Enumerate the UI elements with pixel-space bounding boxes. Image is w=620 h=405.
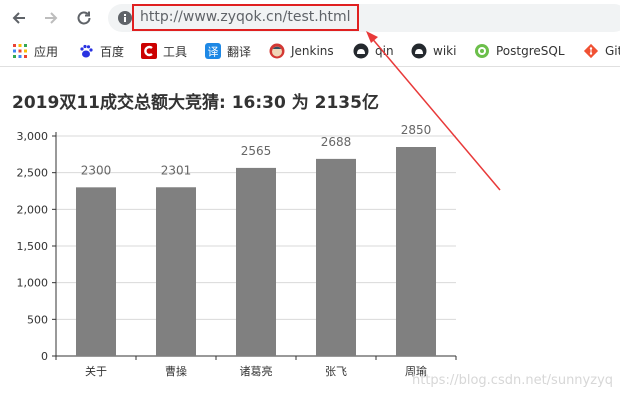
bookmark-label: 翻译 bbox=[227, 44, 252, 59]
x-tick-label: 张飞 bbox=[325, 365, 347, 378]
forward-arrow-icon bbox=[45, 12, 58, 24]
bar bbox=[76, 187, 116, 356]
page-title: 2019双11成交总额大竞猜: 16:30 为 2135亿 bbox=[12, 93, 379, 113]
bar-value-label: 2300 bbox=[81, 163, 112, 177]
cat-icon bbox=[353, 43, 369, 59]
bar-chart: 0 500 1,000 1,500 2,000 2,500 3,000 2300 关于 2301 曹… bbox=[17, 123, 457, 378]
bookmark-jenkins[interactable]: Jenkins bbox=[269, 42, 334, 60]
browser-toolbar: http://www.zyqok.cn/test.html bbox=[0, 0, 620, 36]
apps-grid-icon bbox=[12, 43, 28, 59]
y-tick-label: 2,500 bbox=[17, 167, 49, 180]
git-icon bbox=[583, 43, 599, 59]
tools-icon bbox=[141, 43, 157, 59]
url-highlight-box bbox=[132, 4, 359, 31]
bar-value-label: 2565 bbox=[241, 144, 272, 158]
bookmark-postgresql[interactable]: PostgreSQL bbox=[474, 42, 565, 60]
x-tick-label: 曹操 bbox=[165, 364, 187, 378]
reload-icon bbox=[77, 11, 91, 25]
bookmark-label: wiki bbox=[433, 44, 457, 58]
bar-value-label: 2688 bbox=[321, 135, 352, 149]
y-tick-label: 3,000 bbox=[17, 130, 49, 143]
bookmark-git[interactable]: Git bbox=[583, 42, 620, 60]
bookmark-translate[interactable]: 译 翻译 bbox=[205, 42, 251, 60]
y-tick-label: 1,500 bbox=[17, 240, 49, 253]
y-tick-label: 2,000 bbox=[17, 203, 49, 216]
bookmark-qin[interactable]: qin bbox=[353, 42, 394, 60]
y-tick-label: 500 bbox=[27, 313, 48, 326]
reload-button[interactable] bbox=[73, 7, 95, 29]
bookmark-label: Jenkins bbox=[291, 44, 334, 58]
back-arrow-icon bbox=[12, 12, 25, 24]
bookmark-apps[interactable]: 应用 bbox=[12, 42, 58, 60]
bookmark-label: 工具 bbox=[163, 44, 188, 59]
bookmark-tools[interactable]: 工具 bbox=[141, 42, 187, 60]
watermark: https://blog.csdn.net/sunnyzyq bbox=[412, 373, 614, 388]
cat-icon bbox=[411, 43, 427, 59]
bookmark-wiki[interactable]: wiki bbox=[411, 42, 456, 60]
svg-text:译: 译 bbox=[208, 46, 219, 59]
bookmark-baidu[interactable]: 百度 bbox=[78, 42, 124, 60]
bar bbox=[396, 147, 436, 356]
translate-icon: 译 bbox=[205, 43, 221, 59]
bar-value-label: 2301 bbox=[161, 163, 192, 177]
postgresql-icon bbox=[474, 43, 490, 59]
site-info-icon[interactable] bbox=[117, 10, 133, 26]
bar bbox=[156, 187, 196, 356]
jenkins-icon bbox=[269, 43, 285, 59]
bookmark-label: qin bbox=[375, 44, 394, 58]
bookmark-label: 百度 bbox=[100, 44, 125, 59]
y-tick-label: 1,000 bbox=[17, 277, 49, 290]
bar-value-label: 2850 bbox=[401, 123, 432, 137]
baidu-paw-icon bbox=[78, 43, 94, 59]
forward-button[interactable] bbox=[40, 7, 62, 29]
bar bbox=[236, 167, 276, 356]
x-tick-label: 诸葛亮 bbox=[240, 364, 273, 378]
bookmarks-bar: 应用 百度 工具 译 翻译 Jenkins qin wiki PostgreSQ… bbox=[0, 36, 620, 67]
back-button[interactable] bbox=[8, 7, 30, 29]
bookmark-label: PostgreSQL bbox=[496, 44, 565, 58]
y-tick-label: 0 bbox=[41, 350, 48, 363]
bookmark-label: Git bbox=[605, 44, 620, 58]
x-tick-label: 关于 bbox=[85, 364, 107, 378]
bar bbox=[316, 158, 356, 356]
bookmark-label: 应用 bbox=[34, 44, 59, 59]
